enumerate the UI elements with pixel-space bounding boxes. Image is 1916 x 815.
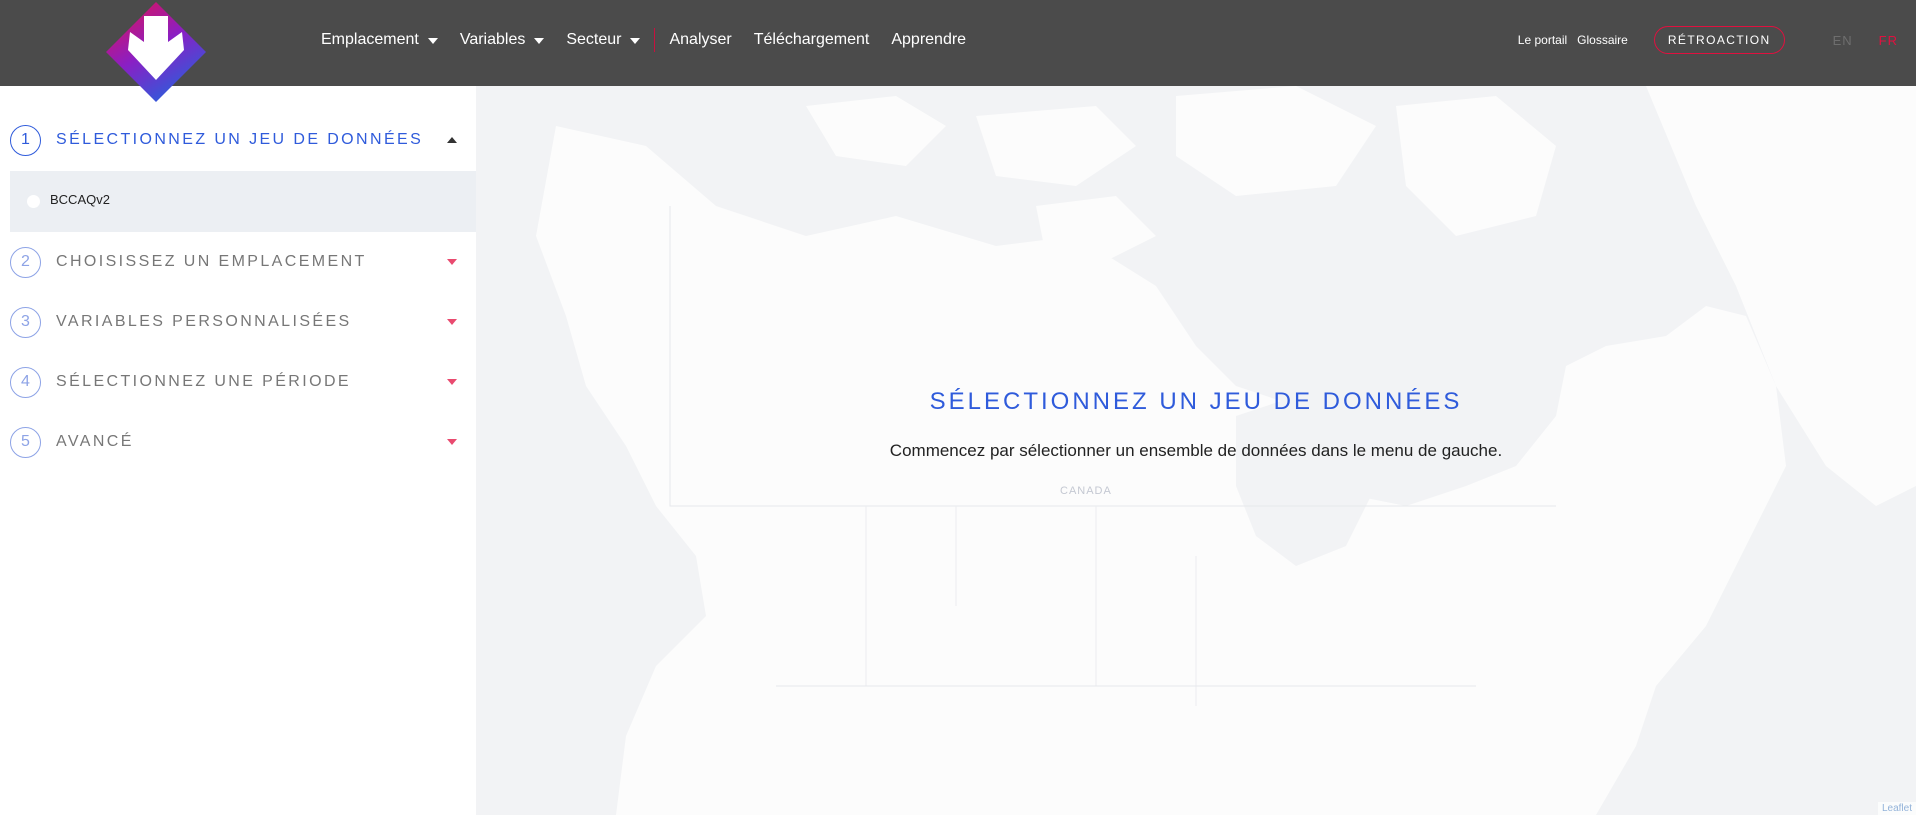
map-label-canada: CANADA [1060, 485, 1112, 497]
dataset-options-panel: BCCAQv2 [10, 171, 476, 232]
step-4-label: SÉLECTIONNEZ UNE PÉRIODE [56, 373, 351, 390]
nav-divider [654, 28, 656, 52]
nav-telechargement-label: Téléchargement [753, 31, 870, 48]
step-5-number: 5 [10, 426, 41, 458]
step-3-label: VARIABLES PERSONNALISÉES [56, 313, 352, 330]
nav-apprendre[interactable]: Apprendre [891, 31, 966, 49]
caret-down-icon [427, 37, 438, 44]
step-1-number: 1 [10, 124, 41, 156]
map-prompt-subtitle: Commencez par sélectionner un ensemble d… [889, 441, 1503, 460]
dataset-radio-bccaqv2[interactable] [27, 195, 40, 208]
caret-down-icon [630, 37, 641, 44]
nav-emplacement-label: Emplacement [321, 31, 419, 48]
nav-emplacement[interactable]: Emplacement [321, 31, 438, 49]
nav-apprendre-label: Apprendre [891, 31, 967, 48]
step-5-label: AVANCÉ [56, 433, 134, 450]
portal-link[interactable]: Le portail [1518, 33, 1567, 47]
nav-variables[interactable]: Variables [460, 31, 545, 49]
glossary-link[interactable]: Glossaire [1577, 33, 1628, 47]
caret-down-icon[interactable] [447, 319, 457, 325]
step-5-advanced[interactable]: 5 AVANCÉ [10, 412, 476, 472]
nav-telechargement[interactable]: Téléchargement [754, 31, 870, 49]
top-header: Emplacement Variables Secteur Analyser T… [0, 0, 1916, 102]
caret-up-icon[interactable] [447, 137, 457, 143]
feedback-button[interactable]: RÉTROACTION [1653, 26, 1785, 54]
nav-analyser-label: Analyser [669, 31, 732, 48]
step-3-custom-variables[interactable]: 3 VARIABLES PERSONNALISÉES [10, 292, 476, 352]
lang-en-link[interactable]: EN [1833, 33, 1853, 48]
leaflet-attribution[interactable]: Leaflet [1877, 802, 1916, 815]
caret-down-icon[interactable] [447, 379, 457, 385]
nav-analyser[interactable]: Analyser [669, 31, 731, 49]
step-sidebar: 1 SÉLECTIONNEZ UN JEU DE DONNÉES BCCAQv2… [0, 86, 476, 815]
step-4-number: 4 [10, 366, 41, 398]
map-prompt-title: SÉLECTIONNEZ UN JEU DE DONNÉES [929, 388, 1463, 415]
step-1-label: SÉLECTIONNEZ UN JEU DE DONNÉES [56, 131, 424, 148]
nav-secteur-label: Secteur [566, 31, 622, 48]
nav-variables-label: Variables [459, 31, 526, 48]
step-1-select-dataset[interactable]: 1 SÉLECTIONNEZ UN JEU DE DONNÉES [10, 110, 476, 170]
step-3-number: 3 [10, 306, 41, 338]
caret-down-icon[interactable] [447, 439, 457, 445]
caret-down-icon[interactable] [447, 259, 457, 265]
dataset-label-bccaqv2[interactable]: BCCAQv2 [50, 192, 110, 207]
step-2-label: CHOISISSEZ UN EMPLACEMENT [56, 253, 367, 270]
nav-secteur[interactable]: Secteur [566, 31, 641, 49]
step-4-select-period[interactable]: 4 SÉLECTIONNEZ UNE PÉRIODE [10, 352, 476, 412]
utility-nav: Le portail Glossaire RÉTROACTION EN FR [1518, 0, 1916, 80]
lang-fr-link[interactable]: FR [1879, 33, 1898, 48]
step-2-number: 2 [10, 246, 41, 278]
main-nav: Emplacement Variables Secteur Analyser T… [321, 0, 988, 80]
step-2-choose-location[interactable]: 2 CHOISISSEZ UN EMPLACEMENT [10, 232, 476, 292]
caret-down-icon [534, 37, 545, 44]
map-canvas[interactable]: SÉLECTIONNEZ UN JEU DE DONNÉES Commencez… [476, 86, 1916, 815]
climate-data-logo-icon[interactable] [106, 2, 206, 102]
